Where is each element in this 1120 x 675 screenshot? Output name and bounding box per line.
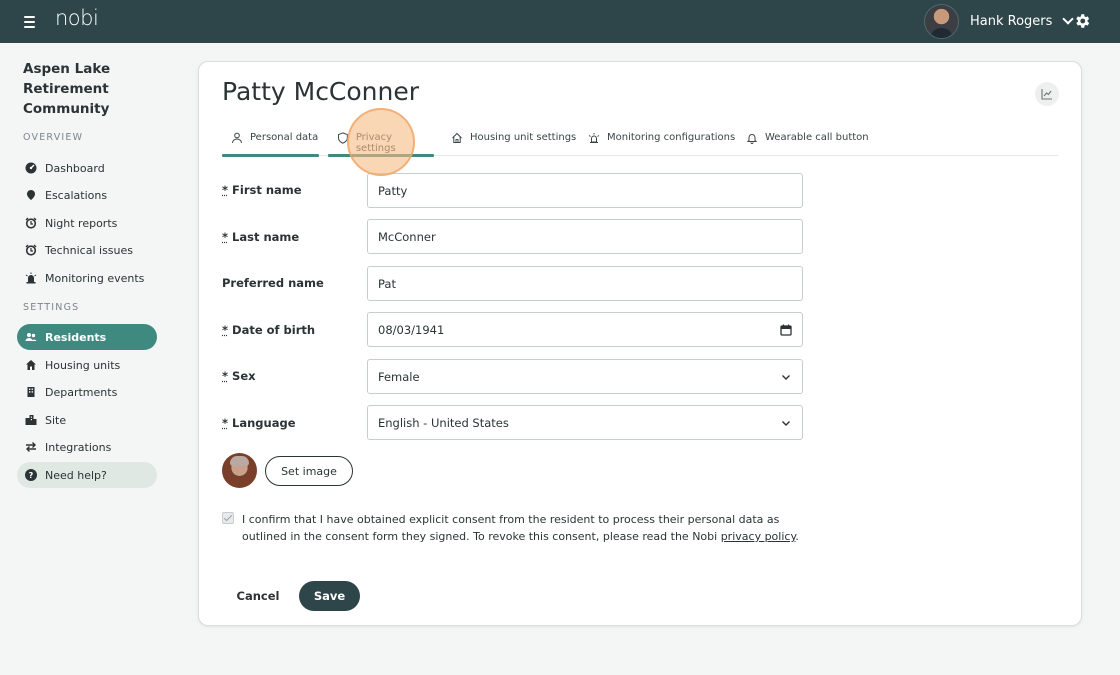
menu-icon[interactable] <box>23 13 38 29</box>
preferred-name-label: Preferred name <box>222 276 324 290</box>
resident-card: Patty McConner Personal data Privacy set… <box>198 61 1082 626</box>
sidebar: Aspen Lake Retirement Community OVERVIEW… <box>0 43 180 675</box>
language-label: * Language <box>222 416 296 430</box>
cancel-button[interactable]: Cancel <box>232 582 284 610</box>
bell-icon <box>746 134 758 144</box>
person-icon <box>232 132 242 144</box>
sidebar-item-dashboard[interactable]: Dashboard <box>17 155 157 181</box>
sex-label: * Sex <box>222 369 256 383</box>
settings-section-label: SETTINGS <box>23 302 80 313</box>
nobi-logo[interactable]: nobi <box>55 6 99 30</box>
need-help-button[interactable]: ? Need help? <box>17 462 157 488</box>
sidebar-item-housing-units[interactable]: Housing units <box>17 352 157 378</box>
first-name-input[interactable]: Patty <box>367 173 803 208</box>
sex-select[interactable]: Female <box>367 359 803 394</box>
shield-icon <box>337 132 348 144</box>
chart-icon <box>1041 89 1052 100</box>
sidebar-item-label: Integrations <box>45 440 112 454</box>
siren-icon <box>25 272 37 284</box>
escalation-icon <box>27 190 35 200</box>
swap-arrows-icon <box>26 442 36 452</box>
house-icon <box>452 132 462 143</box>
tab-label: Personal data <box>250 132 319 143</box>
sensor-icon <box>588 133 600 143</box>
alarm-clock-icon <box>25 244 37 256</box>
user-menu[interactable]: Hank Rogers <box>924 4 1075 39</box>
tab-label: Privacy settings <box>355 132 396 154</box>
tab-label: Monitoring configurations <box>607 132 736 143</box>
tab-monitoring-configurations[interactable]: Monitoring configurations <box>588 126 735 156</box>
chevron-down-icon <box>782 375 790 380</box>
svg-text:?: ? <box>29 471 34 480</box>
last-name-input[interactable]: McConner <box>367 219 803 254</box>
top-bar: nobi Hank Rogers <box>0 0 1120 43</box>
date-of-birth-input[interactable]: 08/03/1941 <box>367 312 803 347</box>
site-icon <box>25 415 37 425</box>
page-title: Patty McConner <box>222 77 420 106</box>
community-name: Aspen Lake Retirement Community <box>23 61 111 117</box>
tab-privacy-settings[interactable]: Privacy settings <box>328 126 434 157</box>
building-icon <box>27 387 35 397</box>
sidebar-item-label: Site <box>45 413 67 427</box>
sidebar-item-departments[interactable]: Departments <box>17 379 157 405</box>
resident-avatar <box>222 453 257 488</box>
need-help-label: Need help? <box>45 468 107 482</box>
resident-tabs: Personal data Privacy settings Housing u… <box>222 126 1058 157</box>
language-select[interactable]: English - United States <box>367 405 803 440</box>
sidebar-item-label: Dashboard <box>45 161 105 175</box>
sidebar-item-label: Monitoring events <box>45 271 145 285</box>
consent-checkbox[interactable] <box>222 512 234 524</box>
users-icon <box>25 333 37 341</box>
tab-label: Wearable call button <box>765 132 869 143</box>
home-icon <box>26 360 36 370</box>
gear-icon[interactable] <box>1073 12 1091 30</box>
sidebar-item-site[interactable]: Site <box>17 407 157 433</box>
first-name-label: * First name <box>222 183 302 197</box>
chevron-down-icon <box>782 421 790 426</box>
sidebar-item-label: Technical issues <box>45 243 133 257</box>
tab-wearable-call-button[interactable]: Wearable call button <box>746 126 869 156</box>
sidebar-item-escalations[interactable]: Escalations <box>17 182 157 208</box>
help-icon: ? <box>25 469 37 481</box>
sidebar-item-integrations[interactable]: Integrations <box>17 434 157 460</box>
sidebar-item-technical-issues[interactable]: Technical issues <box>17 237 157 263</box>
sidebar-item-night-reports[interactable]: Night reports <box>17 210 157 236</box>
date-of-birth-label: * Date of birth <box>222 323 316 337</box>
user-avatar <box>924 4 959 39</box>
overview-section-label: OVERVIEW <box>23 132 84 143</box>
statistics-button[interactable] <box>1035 82 1059 106</box>
sidebar-item-label: Night reports <box>45 216 118 230</box>
consent-text: I confirm that I have obtained explicit … <box>242 513 799 543</box>
sidebar-item-label: Escalations <box>45 188 108 202</box>
set-image-button[interactable]: Set image <box>265 456 353 486</box>
tab-housing-unit-settings[interactable]: Housing unit settings <box>451 126 576 156</box>
sidebar-item-monitoring-events[interactable]: Monitoring events <box>17 265 157 291</box>
preferred-name-input[interactable]: Pat <box>367 266 803 301</box>
save-button[interactable]: Save <box>299 581 360 611</box>
dashboard-icon <box>25 162 37 174</box>
sidebar-item-label: Housing units <box>45 358 121 372</box>
sidebar-item-label: Residents <box>45 330 107 344</box>
calendar-icon[interactable] <box>780 324 792 336</box>
alarm-clock-icon <box>25 217 37 229</box>
tab-label: Housing unit settings <box>470 132 577 143</box>
privacy-policy-link[interactable]: privacy policy <box>721 530 796 543</box>
last-name-label: * Last name <box>222 230 300 244</box>
user-name: Hank Rogers <box>970 14 1053 29</box>
sidebar-item-label: Departments <box>45 385 118 399</box>
sidebar-item-residents[interactable]: Residents <box>17 324 157 350</box>
tab-personal-data[interactable]: Personal data <box>222 126 319 157</box>
